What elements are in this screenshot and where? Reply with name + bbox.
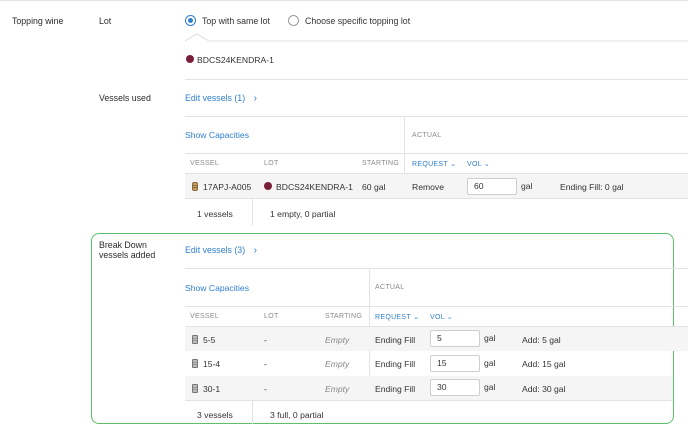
table2-top-line <box>185 268 688 269</box>
vessel-name: 17APJ-A005 <box>203 182 252 192</box>
vessel-starting: Empty <box>325 335 350 345</box>
vessel-name: 5-5 <box>203 335 216 345</box>
tank-icon <box>192 335 198 344</box>
volume-input[interactable]: 5 <box>430 330 480 347</box>
chevron-down-icon: ⌄ <box>446 314 454 321</box>
table1-col-request[interactable]: REQUEST ⌄ <box>412 160 456 168</box>
tank-icon <box>192 384 198 393</box>
vessel-starting: Empty <box>325 384 350 394</box>
table1-col-vessel: VESSEL <box>190 160 220 167</box>
break-down-label: Break Down vessels added <box>99 240 155 260</box>
vessel-request: Ending Fill <box>375 384 416 394</box>
lot-divider <box>185 79 688 80</box>
vessel-result: Add: 30 gal <box>522 384 566 394</box>
volume-unit: gal <box>484 333 496 343</box>
edit-vessels-breakdown-link[interactable]: Edit vessels (3) › <box>185 245 257 256</box>
vessel-request: Remove <box>412 182 444 192</box>
edit-vessels-used-link[interactable]: Edit vessels (1) › <box>185 93 257 104</box>
table1-footer-divider <box>252 198 253 226</box>
barrel-icon <box>192 182 198 191</box>
vessel-starting: Empty <box>325 359 350 369</box>
break-down-label-line1: Break Down <box>99 240 147 250</box>
chevron-down-icon: ⌄ <box>483 161 491 168</box>
vessel-lot: - <box>264 384 267 394</box>
option-same-lot-label[interactable]: Top with same lot <box>202 16 270 26</box>
table1-col-vol[interactable]: VOL ⌄ <box>467 160 490 168</box>
edit-vessels-used-text: Edit vessels (1) <box>185 93 246 103</box>
vessel-request: Ending Fill <box>375 359 416 369</box>
lot-label: Lot <box>99 16 112 26</box>
table2-footer-divider <box>252 400 253 424</box>
show-capacities-link-2[interactable]: Show Capacities <box>185 283 249 293</box>
volume-unit: gal <box>484 382 496 392</box>
table1-row-bottom <box>185 198 688 199</box>
vessel-name: 15-4 <box>203 359 221 369</box>
lot-color-dot <box>264 182 272 190</box>
table2-actual-header: ACTUAL <box>375 284 405 291</box>
selection-notch <box>185 33 688 42</box>
vessel-request: Ending Fill <box>375 335 416 345</box>
top-divider <box>0 0 688 1</box>
table2-col-vol[interactable]: VOL ⌄ <box>430 313 453 321</box>
chevron-right-icon: › <box>253 245 257 256</box>
selected-lot-name: BDCS24KENDRA-1 <box>197 55 274 65</box>
chevron-right-icon: › <box>253 93 257 104</box>
vessel-lot: - <box>264 359 267 369</box>
table1-col-lot: LOT <box>264 160 279 167</box>
vessel-lot: BDCS24KENDRA-1 <box>276 182 353 192</box>
vessel-name: 30-1 <box>203 384 221 394</box>
table1-top-line <box>185 116 688 117</box>
break-down-label-line2: vessels added <box>99 250 156 260</box>
radio-specific-lot[interactable] <box>288 15 299 26</box>
table1-head-line <box>185 153 688 154</box>
chevron-down-icon: ⌄ <box>413 314 420 321</box>
volume-input[interactable]: 30 <box>430 379 480 396</box>
vessel-result: Ending Fill: 0 gal <box>560 182 624 192</box>
volume-input[interactable]: 15 <box>430 355 480 372</box>
chevron-down-icon: ⌄ <box>450 161 457 168</box>
table-row <box>185 376 673 400</box>
section-label: Topping wine <box>12 16 64 26</box>
table1-actual-header: ACTUAL <box>412 132 442 139</box>
table2-col-starting: STARTING <box>325 313 363 320</box>
volume-input[interactable]: 60 <box>467 178 517 195</box>
table2-col-request[interactable]: REQUEST ⌄ <box>375 313 419 321</box>
radio-same-lot[interactable] <box>185 15 196 26</box>
table1-footer-summary: 1 empty, 0 partial <box>270 209 336 219</box>
vessel-lot: - <box>264 335 267 345</box>
table1-col-starting: STARTING <box>362 160 400 167</box>
vessel-result: Add: 15 gal <box>522 359 566 369</box>
table2-row-bottom <box>185 400 673 401</box>
edit-vessels-breakdown-text: Edit vessels (3) <box>185 245 246 255</box>
table2-footer-count: 3 vessels <box>197 410 233 420</box>
vessels-used-label: Vessels used <box>99 93 151 103</box>
table2-footer-summary: 3 full, 0 partial <box>270 410 324 420</box>
vessel-result: Add: 5 gal <box>522 335 561 345</box>
table2-col-lot: LOT <box>264 313 279 320</box>
vessel-starting: 60 gal <box>362 182 386 192</box>
volume-unit: gal <box>484 358 496 368</box>
tank-icon <box>192 359 198 368</box>
table1-footer-count: 1 vessels <box>197 209 233 219</box>
table2-head-line <box>185 306 688 307</box>
table2-col-vessel: VESSEL <box>190 313 220 320</box>
lot-color-dot <box>186 55 194 63</box>
show-capacities-link-1[interactable]: Show Capacities <box>185 130 249 140</box>
volume-unit: gal <box>521 181 533 191</box>
option-specific-lot-label[interactable]: Choose specific topping lot <box>305 16 410 26</box>
